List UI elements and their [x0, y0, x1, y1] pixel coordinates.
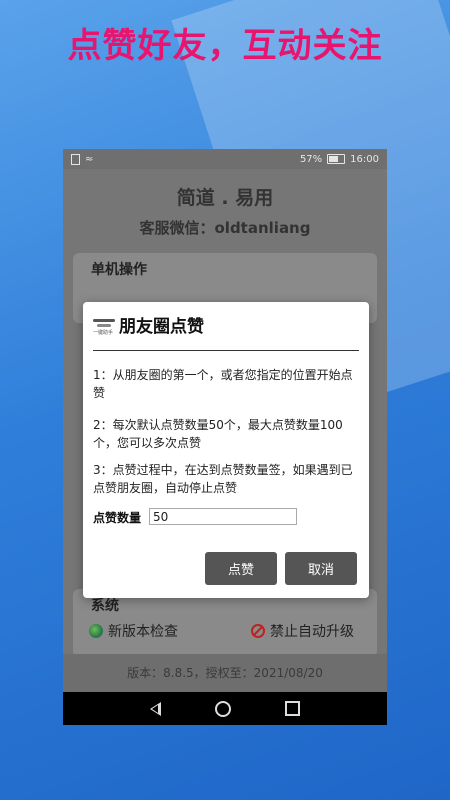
back-icon[interactable]	[150, 701, 161, 716]
version-info: 版本：8.8.5，授权至：2021/08/20	[63, 654, 387, 692]
globe-icon	[89, 624, 103, 638]
dialog-title: 朋友圈点赞	[119, 317, 204, 337]
app-title: 简道 . 易用	[176, 187, 274, 209]
dialog-divider	[93, 350, 359, 351]
app-logo-icon: 一键助手	[93, 316, 115, 336]
status-bar: ≈ 57% 16:00	[63, 149, 387, 169]
navigation-bar	[63, 692, 387, 725]
disable-auto-upgrade-label: 禁止自动升级	[270, 624, 354, 640]
no-entry-icon	[251, 624, 265, 638]
check-update-label: 新版本检查	[108, 624, 178, 640]
app-subtitle: 客服微信：oldtanliang	[139, 219, 311, 237]
app-logo-text: 一键助手	[93, 329, 114, 336]
system-title: 系统	[91, 598, 119, 614]
quantity-label: 点赞数量	[93, 511, 142, 525]
clock: 16:00	[350, 153, 379, 165]
home-icon[interactable]	[215, 700, 231, 717]
like-dialog: 一键助手 朋友圈点赞 1：从朋友圈的第一个，或者您指定的位置开始点赞 2：每次默…	[83, 302, 369, 598]
check-update-item[interactable]: 新版本检查	[89, 621, 178, 641]
system-card: 系统 新版本检查 禁止自动升级	[73, 589, 377, 657]
promo-title: 点赞好友，互动关注	[67, 26, 383, 66]
dialog-header: 一键助手 朋友圈点赞	[93, 312, 204, 337]
battery-icon	[327, 154, 346, 164]
cancel-button[interactable]: 取消	[285, 552, 357, 585]
phone-screen: ≈ 57% 16:00 简道 . 易用 客服微信：oldtanliang 单机操…	[63, 149, 387, 725]
app-content: 简道 . 易用 客服微信：oldtanliang 单机操作 系统 新版本检查 禁…	[63, 169, 387, 692]
wifi-icon: ≈	[85, 153, 94, 165]
disable-auto-upgrade-item[interactable]: 禁止自动升级	[251, 621, 354, 641]
dialog-paragraph-1: 1：从朋友圈的第一个，或者您指定的位置开始点赞	[93, 368, 353, 400]
battery-percent: 57%	[299, 153, 323, 165]
dialog-paragraph-3: 3：点赞过程中，在达到点赞数量签，如果遇到已点赞朋友圈，自动停止点赞	[93, 463, 353, 495]
dialog-paragraph-2: 2：每次默认点赞数量50个，最大点赞数量100个，您可以多次点赞	[93, 418, 343, 450]
sim-icon	[71, 153, 80, 165]
recent-apps-icon[interactable]	[285, 701, 300, 716]
quantity-input[interactable]	[149, 508, 297, 525]
confirm-like-button[interactable]: 点赞	[205, 552, 277, 585]
single-ops-title: 单机操作	[91, 262, 147, 278]
